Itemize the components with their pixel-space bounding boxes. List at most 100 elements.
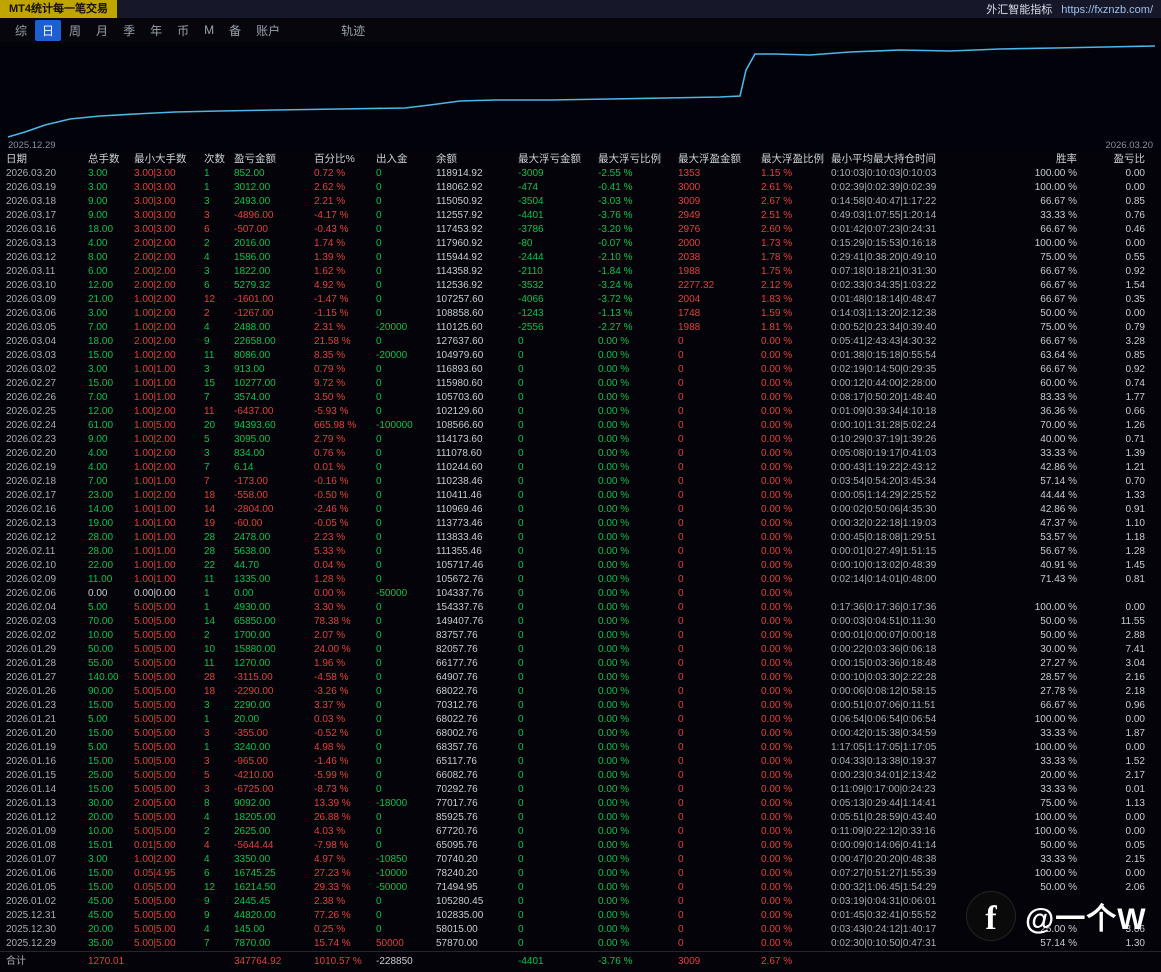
cell-balance: 110244.60 bbox=[436, 461, 518, 475]
menu-tab[interactable]: 备 bbox=[222, 20, 248, 41]
cell-percent: 2.31 % bbox=[314, 321, 376, 335]
table-row[interactable]: 2026.02.204.001.00|2.003834.000.76 %0111… bbox=[0, 447, 1161, 461]
table-row[interactable]: 2026.02.2461.001.00|5.002094393.60665.98… bbox=[0, 419, 1161, 433]
cell-max-float-profit: 2976 bbox=[678, 223, 761, 237]
table-row[interactable]: 2026.03.128.002.00|2.0041586.001.39 %011… bbox=[0, 251, 1161, 265]
table-row[interactable]: 2026.01.195.005.00|5.0013240.004.98 %068… bbox=[0, 741, 1161, 755]
table-row[interactable]: 2026.03.1012.002.00|2.0065279.324.92 %01… bbox=[0, 279, 1161, 293]
table-row[interactable]: 2026.03.0418.002.00|2.00922658.0021.58 %… bbox=[0, 335, 1161, 349]
cell-total-lots: 15.00 bbox=[88, 755, 134, 769]
table-row[interactable]: 2026.03.023.001.00|1.003913.000.79 %0116… bbox=[0, 363, 1161, 377]
table-row[interactable]: 2026.01.1615.005.00|5.003-965.00-1.46 %0… bbox=[0, 755, 1161, 769]
cell-max-float-profit-pct: 0.00 % bbox=[761, 825, 831, 839]
cell-hold-time: 0:04:33|0:13:38|0:19:37 bbox=[831, 755, 999, 769]
table-row[interactable]: 2026.02.0911.001.00|1.00111335.001.28 %0… bbox=[0, 573, 1161, 587]
table-row[interactable]: 2026.02.1319.001.00|1.0019-60.00-0.05 %0… bbox=[0, 517, 1161, 531]
cell-balance: 115944.92 bbox=[436, 251, 518, 265]
menu-tab[interactable]: 币 bbox=[170, 20, 196, 41]
table-row[interactable]: 2026.01.2690.005.00|5.0018-2290.00-3.26 … bbox=[0, 685, 1161, 699]
table-row[interactable]: 2026.01.073.001.00|2.0043350.004.97 %-10… bbox=[0, 853, 1161, 867]
brand-url-link[interactable]: https://fxznzb.com/ bbox=[1061, 4, 1153, 16]
menu-tab[interactable]: 月 bbox=[89, 20, 115, 41]
cell-date: 2026.01.21 bbox=[6, 713, 88, 727]
cell-pl-amount: -2804.00 bbox=[234, 503, 314, 517]
table-row[interactable]: 2026.02.194.001.00|2.0076.140.01 %011024… bbox=[0, 461, 1161, 475]
table-row[interactable]: 2026.03.134.002.00|2.0022016.001.74 %011… bbox=[0, 237, 1161, 251]
table-row[interactable]: 2026.01.27140.005.00|5.0028-3115.00-4.58… bbox=[0, 671, 1161, 685]
cell-max-float-profit: 0 bbox=[678, 489, 761, 503]
cell-pl-ratio: 0.85 bbox=[1077, 349, 1145, 363]
table-row[interactable]: 2026.03.179.003.00|3.003-4896.00-4.17 %0… bbox=[0, 209, 1161, 223]
table-row[interactable]: 2026.01.215.005.00|5.00120.000.03 %06802… bbox=[0, 713, 1161, 727]
table-row[interactable]: 2026.01.2315.005.00|5.0032290.003.37 %07… bbox=[0, 699, 1161, 713]
menu-tab[interactable]: 综 bbox=[8, 20, 34, 41]
cell-cash-flow: 0 bbox=[376, 405, 436, 419]
cell-total-lots: 21.00 bbox=[88, 293, 134, 307]
table-row[interactable]: 2026.02.0370.005.00|5.001465850.0078.38 … bbox=[0, 615, 1161, 629]
cell-pl-ratio: 0.81 bbox=[1077, 573, 1145, 587]
cell-max-float-loss: 0 bbox=[518, 713, 598, 727]
table-row[interactable]: 2026.02.1128.001.00|1.00285638.005.33 %0… bbox=[0, 545, 1161, 559]
menu-tab[interactable]: M bbox=[197, 21, 221, 39]
table-row[interactable]: 2026.01.1330.002.00|5.0089092.0013.39 %-… bbox=[0, 797, 1161, 811]
table-row[interactable]: 2026.03.203.003.00|3.001852.000.72 %0118… bbox=[0, 167, 1161, 181]
table-row[interactable]: 2026.03.189.003.00|3.0032493.002.21 %011… bbox=[0, 195, 1161, 209]
table-row[interactable]: 2026.01.2015.005.00|5.003-355.00-0.52 %0… bbox=[0, 727, 1161, 741]
cell-balance: 71494.95 bbox=[436, 881, 518, 895]
table-row[interactable]: 2026.01.1525.005.00|5.005-4210.00-5.99 %… bbox=[0, 769, 1161, 783]
table-row[interactable]: 2026.02.045.005.00|5.0014930.003.30 %015… bbox=[0, 601, 1161, 615]
cell-pl-ratio: 1.28 bbox=[1077, 545, 1145, 559]
table-row[interactable]: 2026.03.193.003.00|3.0013012.002.62 %011… bbox=[0, 181, 1161, 195]
title-bar: MT4统计每一笔交易 外汇智能指标 https://fxznzb.com/ bbox=[0, 0, 1161, 18]
table-row[interactable]: 2026.02.267.001.00|1.0073574.003.50 %010… bbox=[0, 391, 1161, 405]
table-row[interactable]: 2026.01.2950.005.00|5.001015880.0024.00 … bbox=[0, 643, 1161, 657]
table-row[interactable]: 2026.02.1022.001.00|1.002244.700.04 %010… bbox=[0, 559, 1161, 573]
cell-total-lots: 9.00 bbox=[88, 209, 134, 223]
cell-max-float-profit-pct: 0.00 % bbox=[761, 517, 831, 531]
cell-hold-time: 1:17:05|1:17:05|1:17:05 bbox=[831, 741, 999, 755]
table-row[interactable]: 2026.03.0315.001.00|2.00118086.008.35 %-… bbox=[0, 349, 1161, 363]
cell-max-float-loss: 0 bbox=[518, 741, 598, 755]
table-row[interactable]: 2026.02.1614.001.00|1.0014-2804.00-2.46 … bbox=[0, 503, 1161, 517]
menu-tab[interactable]: 季 bbox=[116, 20, 142, 41]
table-row[interactable]: 2026.02.2512.001.00|2.0011-6437.00-5.93 … bbox=[0, 405, 1161, 419]
table-row[interactable]: 2026.02.239.001.00|2.0053095.002.79 %011… bbox=[0, 433, 1161, 447]
cell-total-lots: 20.00 bbox=[88, 923, 134, 937]
cell-max-float-profit-pct: 0.00 % bbox=[761, 657, 831, 671]
table-row[interactable]: 2026.01.0815.010.01|5.004-5644.44-7.98 %… bbox=[0, 839, 1161, 853]
menu-tab[interactable]: 轨迹 bbox=[334, 20, 372, 41]
cell-max-float-loss: -3532 bbox=[518, 279, 598, 293]
cell-win-rate: 63.64 % bbox=[999, 349, 1077, 363]
cell-max-float-profit-pct: 2.67 % bbox=[761, 195, 831, 209]
table-row[interactable]: 2026.03.0921.001.00|2.0012-1601.00-1.47 … bbox=[0, 293, 1161, 307]
cell-cash-flow: -18000 bbox=[376, 797, 436, 811]
menu-tab[interactable]: 账户 bbox=[249, 20, 287, 41]
cell-max-float-loss-pct: 0.00 % bbox=[598, 601, 678, 615]
table-row[interactable]: 2026.01.0910.005.00|5.0022625.004.03 %06… bbox=[0, 825, 1161, 839]
cell-max-float-loss-pct: 0.00 % bbox=[598, 559, 678, 573]
cell-min-max-lots: 0.00|0.00 bbox=[134, 587, 204, 601]
cell-total-lots: 5.00 bbox=[88, 601, 134, 615]
menu-tab[interactable]: 日 bbox=[35, 20, 61, 41]
table-row[interactable]: 2026.03.116.002.00|2.0031822.001.62 %011… bbox=[0, 265, 1161, 279]
menu-tab[interactable]: 年 bbox=[143, 20, 169, 41]
table-row[interactable]: 2026.02.0210.005.00|5.0021700.002.07 %08… bbox=[0, 629, 1161, 643]
cell-count: 1 bbox=[204, 741, 234, 755]
table-row[interactable]: 2026.01.0615.000.05|4.95616745.2527.23 %… bbox=[0, 867, 1161, 881]
table-row[interactable]: 2026.01.1220.005.00|5.00418205.0026.88 %… bbox=[0, 811, 1161, 825]
table-row[interactable]: 2026.02.1228.001.00|1.00282478.002.23 %0… bbox=[0, 531, 1161, 545]
table-row[interactable]: 2026.02.187.001.00|1.007-173.00-0.16 %01… bbox=[0, 475, 1161, 489]
table-row[interactable]: 2026.01.1415.005.00|5.003-6725.00-8.73 %… bbox=[0, 783, 1161, 797]
table-row[interactable]: 2026.03.063.001.00|2.002-1267.00-1.15 %0… bbox=[0, 307, 1161, 321]
table-row[interactable]: 2026.02.2715.001.00|1.001510277.009.72 %… bbox=[0, 377, 1161, 391]
table-row[interactable]: 2026.01.2855.005.00|5.00111270.001.96 %0… bbox=[0, 657, 1161, 671]
cell-balance: 111355.46 bbox=[436, 545, 518, 559]
table-row[interactable]: 2026.03.057.001.00|2.0042488.002.31 %-20… bbox=[0, 321, 1161, 335]
cell-count: 28 bbox=[204, 531, 234, 545]
table-row[interactable]: 2026.02.1723.001.00|2.0018-558.00-0.50 %… bbox=[0, 489, 1161, 503]
cell-percent: 1.39 % bbox=[314, 251, 376, 265]
table-row[interactable]: 2026.02.060.000.00|0.0010.000.00 %-50000… bbox=[0, 587, 1161, 601]
table-row[interactable]: 2026.03.1618.003.00|3.006-507.00-0.43 %0… bbox=[0, 223, 1161, 237]
menu-tab[interactable]: 周 bbox=[62, 20, 88, 41]
cell-min-max-lots: 5.00|5.00 bbox=[134, 811, 204, 825]
